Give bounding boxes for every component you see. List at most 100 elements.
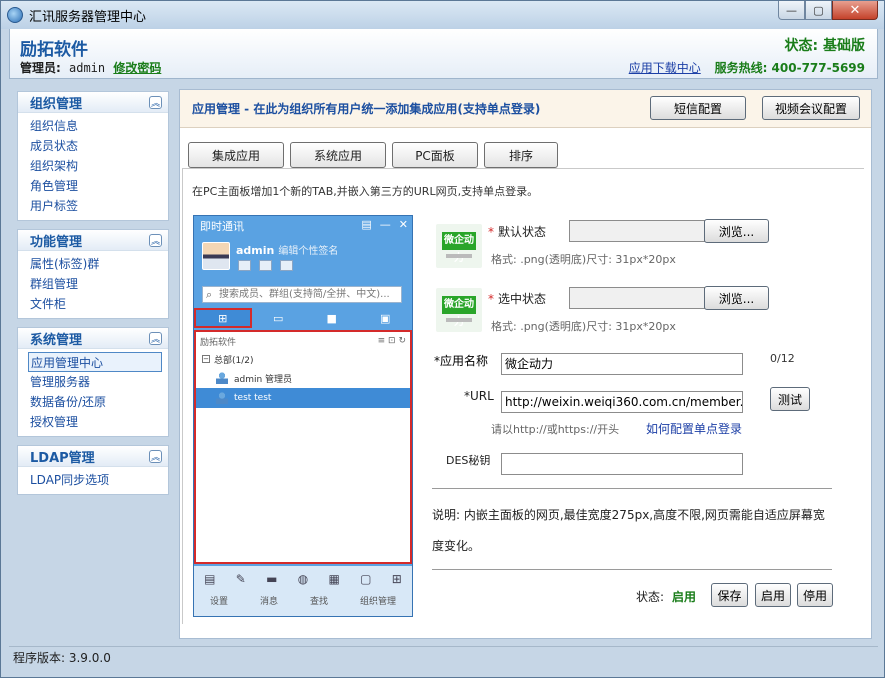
section-system: 系统管理 ︽ 应用管理中心 管理服务器 数据备份/还原 授权管理 [17, 327, 169, 437]
status-bar: 程序版本: 3.9.0.0 [9, 646, 878, 668]
preview-menu-icon: ▤ [361, 218, 372, 231]
main-panel: 应用管理 - 在此为组织所有用户统一添加集成应用(支持单点登录) 短信配置 视频… [179, 89, 872, 639]
admin-info: 管理员: admin 修改密码 [20, 59, 161, 76]
admin-username: admin [69, 61, 106, 75]
enable-button[interactable]: 启用 [755, 583, 791, 607]
sidebar-item-app-center[interactable]: 应用管理中心 [28, 352, 162, 372]
default-state-file-input[interactable] [569, 220, 705, 242]
collapse-icon[interactable]: ︽ [149, 331, 162, 345]
client-preview: 即时通讯 ▤ — ✕ admin编辑个性签名 搜索成员、群组(支持简/全拼、中文).… [193, 215, 413, 617]
print-icon: ▬ [266, 572, 278, 586]
sidebar-item-member-status[interactable]: 成员状态 [18, 136, 168, 156]
admin-label: 管理员: [20, 61, 61, 75]
divider [432, 569, 832, 570]
preview-toolbar: ▤ ✎ ▬ ◍ ▦ ▢ ⊞ 设置 消息 查找 组织管理 [194, 566, 412, 616]
disable-button[interactable]: 停用 [797, 583, 833, 607]
avatar [202, 242, 230, 270]
default-browse-button[interactable]: 浏览... [704, 219, 769, 243]
selected-state-file-input[interactable] [569, 287, 705, 309]
app-name-counter: 0/12 [770, 352, 795, 365]
preview-title: 即时通讯 [200, 220, 244, 233]
sidebar-item-org-info[interactable]: 组织信息 [18, 116, 168, 136]
list-item: admin 管理员 [196, 368, 410, 388]
section-title: LDAP管理 [30, 450, 95, 466]
status-value: 启用 [672, 590, 697, 604]
des-key-input[interactable] [501, 453, 743, 475]
section-header[interactable]: 功能管理 ︽ [18, 230, 168, 251]
header-links: 应用下载中心 服务热线: 400-777-5699 [629, 59, 865, 76]
sidebar-item-ldap-sync[interactable]: LDAP同步选项 [18, 470, 168, 490]
preview-list-header: 励拓软件 [200, 337, 237, 348]
status-label: 状态: [636, 590, 665, 604]
section-title: 功能管理 [30, 234, 83, 250]
close-button[interactable]: ✕ [832, 1, 878, 20]
grid-icon: ⊞ [391, 572, 402, 586]
footer-search: 查找 [309, 597, 328, 607]
test-url-button[interactable]: 测试 [770, 387, 810, 411]
tab-sort[interactable]: 排序 [484, 142, 558, 168]
sidebar-item-backup[interactable]: 数据备份/还原 [18, 392, 168, 412]
tab-pc-panel[interactable]: PC面板 [392, 142, 478, 168]
sidebar-item-group-manage[interactable]: 群组管理 [18, 274, 168, 294]
video-config-button[interactable]: 视频会议配置 [762, 96, 860, 120]
contacts-icon [280, 260, 293, 271]
footer-org: 组织管理 [359, 597, 396, 607]
main-header: 应用管理 - 在此为组织所有用户统一添加集成应用(支持单点登录) 短信配置 视频… [180, 90, 871, 128]
page-title: 应用管理 - 在此为组织所有用户统一添加集成应用(支持单点登录) [192, 102, 541, 116]
selected-browse-button[interactable]: 浏览... [704, 286, 769, 310]
brand-name: 励拓软件 [20, 40, 88, 60]
sidebar-item-org-structure[interactable]: 组织架构 [18, 156, 168, 176]
section-function: 功能管理 ︽ 属性(标签)群 群组管理 文件柜 [17, 229, 169, 319]
app-logo-icon [7, 7, 23, 23]
tab-integrated-apps[interactable]: 集成应用 [188, 142, 284, 168]
section-header[interactable]: 组织管理 ︽ [18, 92, 168, 113]
change-password-link[interactable]: 修改密码 [113, 61, 161, 75]
sidebar-item-user-tags[interactable]: 用户标签 [18, 196, 168, 216]
section-header[interactable]: 系统管理 ︽ [18, 328, 168, 349]
chat-icon: ▭ [273, 311, 284, 325]
download-center-link[interactable]: 应用下载中心 [629, 61, 701, 75]
user-icon [216, 372, 228, 384]
selected-format-hint: 格式: .png(透明底)尺寸: 31px*20px [491, 320, 676, 333]
tab-system-apps[interactable]: 系统应用 [290, 142, 386, 168]
section-ldap: LDAP管理 ︽ LDAP同步选项 [17, 445, 169, 495]
collapse-icon[interactable]: ︽ [149, 233, 162, 247]
footer-settings: 设置 [209, 597, 228, 607]
preview-close-icon: ✕ [398, 218, 408, 231]
sidebar-item-license[interactable]: 授权管理 [18, 412, 168, 432]
globe-icon: ◍ [297, 572, 309, 586]
edit-icon: ✎ [235, 572, 246, 586]
preview-search: 搜索成员、群组(支持简/全拼、中文)... [202, 286, 402, 303]
preview-signature: 编辑个性签名 [278, 246, 339, 257]
collapse-icon[interactable]: ︽ [149, 449, 162, 463]
app-name-input[interactable]: 微企动力 [501, 353, 743, 375]
sidebar-item-file-cabinet[interactable]: 文件柜 [18, 294, 168, 314]
sidebar-item-manage-server[interactable]: 管理服务器 [18, 372, 168, 392]
section-header[interactable]: LDAP管理 ︽ [18, 446, 168, 467]
default-state-text: 默认状态 [498, 225, 547, 239]
notes-icon: ▤ [204, 572, 216, 586]
group-label: 总部(1/2) [214, 355, 254, 366]
tab-description: 在PC主面板增加1个新的TAB,并嵌入第三方的URL网页,支持单点登录。 [192, 185, 539, 198]
url-input[interactable]: http://weixin.weiqi360.com.cn/member.ph [501, 391, 743, 413]
minimize-button[interactable]: — [778, 1, 805, 20]
icon-preview-text: 微企动力 [442, 232, 476, 264]
preview-tabs: ⊞ ▭ ■ ▣ [194, 308, 412, 328]
window-title: 汇讯服务器管理中心 [29, 9, 147, 25]
sidebar: 组织管理 ︽ 组织信息 成员状态 组织架构 角色管理 用户标签 功能管理 ︽ 属性(… [17, 91, 169, 503]
tab-bar: 集成应用 系统应用 PC面板 排序 [188, 142, 558, 168]
section-title: 系统管理 [30, 332, 83, 348]
maximize-button[interactable]: ▢ [805, 1, 832, 20]
sso-help-link[interactable]: 如何配置单点登录 [646, 420, 742, 437]
selected-state-text: 选中状态 [498, 292, 547, 306]
app-name-label-text: *应用名称 [434, 354, 489, 368]
user-icon [216, 392, 228, 404]
collapse-icon[interactable]: ︽ [149, 95, 162, 109]
sidebar-item-tag-groups[interactable]: 属性(标签)群 [18, 254, 168, 274]
save-button[interactable]: 保存 [711, 583, 748, 607]
sms-config-button[interactable]: 短信配置 [650, 96, 746, 120]
sidebar-item-roles[interactable]: 角色管理 [18, 176, 168, 196]
preview-min-icon: — [379, 218, 391, 231]
film-icon: ▦ [328, 572, 340, 586]
app-name-label: *应用名称 [434, 352, 488, 369]
